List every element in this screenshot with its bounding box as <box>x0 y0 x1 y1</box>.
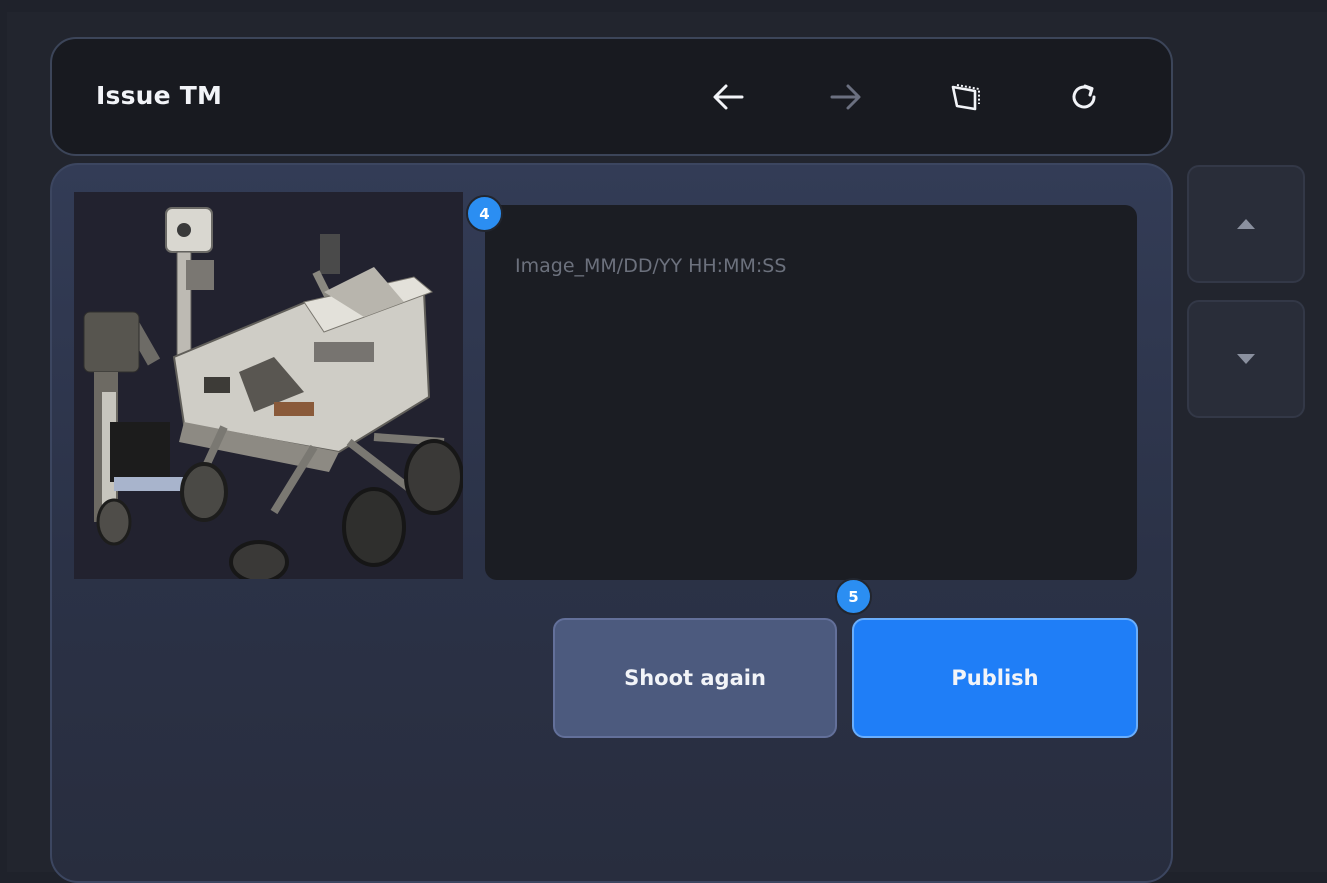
reload-icon[interactable] <box>1062 75 1106 119</box>
caption-placeholder: Image_MM/DD/YY HH:MM:SS <box>515 255 787 277</box>
scroll-down-button[interactable] <box>1187 300 1305 418</box>
rover-photo <box>74 192 463 579</box>
publish-button[interactable]: Publish <box>852 618 1138 738</box>
arrow-left-icon[interactable] <box>706 75 750 119</box>
screen-capture-icon[interactable] <box>944 75 988 119</box>
header-bar: Issue TM <box>50 37 1173 156</box>
caret-up-icon <box>1237 219 1255 229</box>
caption-input[interactable]: Image_MM/DD/YY HH:MM:SS <box>485 205 1137 580</box>
caret-down-icon <box>1237 354 1255 364</box>
shoot-again-button[interactable]: Shoot again <box>553 618 837 738</box>
scroll-up-button[interactable] <box>1187 165 1305 283</box>
arrow-right-icon[interactable] <box>824 75 868 119</box>
step-badge-caption: 4 <box>466 195 503 232</box>
step-badge-publish: 5 <box>835 578 872 615</box>
page-title: Issue TM <box>96 81 223 110</box>
main-panel: Image_MM/DD/YY HH:MM:SS Shoot again Publ… <box>50 163 1173 883</box>
